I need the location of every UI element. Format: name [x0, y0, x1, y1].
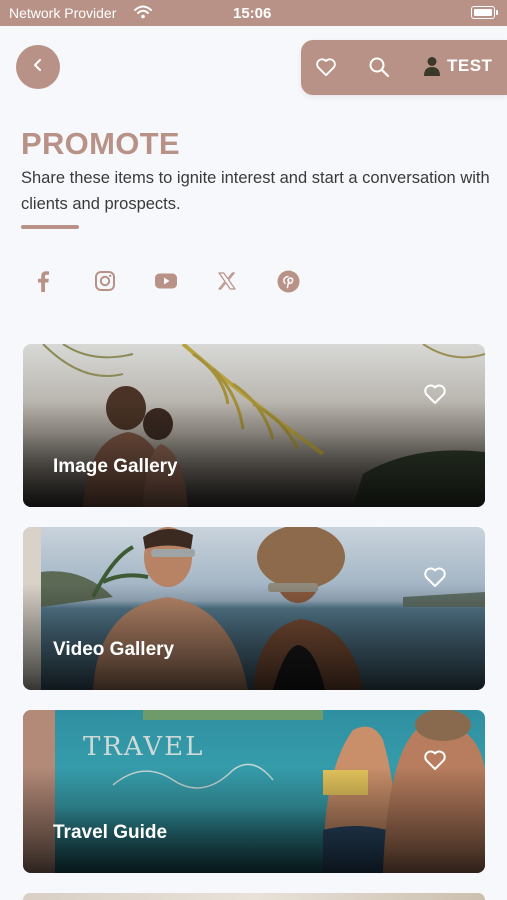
- carrier-name: Network Provider: [9, 5, 117, 21]
- card-favorite-button[interactable]: [423, 749, 447, 776]
- card-favorite-button[interactable]: [423, 566, 447, 593]
- page-description: Share these items to ignite interest and…: [21, 169, 490, 213]
- chevron-left-icon: [32, 57, 44, 78]
- battery-icon: [471, 6, 498, 19]
- card-title: Video Gallery: [53, 639, 175, 660]
- pinterest-icon: [277, 270, 299, 292]
- search-button[interactable]: [368, 56, 390, 83]
- title-divider: [21, 225, 79, 229]
- heart-icon: [424, 384, 446, 404]
- image-gallery-card[interactable]: Image Gallery: [23, 344, 485, 507]
- account-button[interactable]: TEST: [423, 56, 492, 76]
- wifi-icon: [134, 5, 152, 22]
- facebook-link[interactable]: [30, 268, 56, 294]
- instagram-icon: [95, 271, 115, 291]
- heart-icon: [424, 567, 446, 587]
- youtube-icon: [155, 273, 177, 289]
- user-icon: [424, 57, 440, 76]
- search-icon: [369, 57, 390, 78]
- favorites-button[interactable]: [315, 57, 337, 82]
- status-time: 15:06: [233, 5, 272, 22]
- facebook-icon: [38, 271, 49, 292]
- x-link[interactable]: [214, 268, 240, 294]
- instagram-link[interactable]: [92, 268, 118, 294]
- heart-icon: [424, 750, 446, 770]
- video-gallery-card[interactable]: Video Gallery: [23, 527, 485, 690]
- card-favorite-button[interactable]: [423, 383, 447, 410]
- heart-icon: [316, 58, 336, 77]
- travel-guide-card[interactable]: TRAVEL Travel Guide: [23, 710, 485, 873]
- card-overlay: [23, 527, 485, 690]
- card-title: Travel Guide: [53, 822, 168, 843]
- x-icon: [218, 272, 236, 290]
- card-title: Image Gallery: [53, 456, 178, 477]
- account-label: TEST: [447, 56, 493, 75]
- status-bar: Network Provider 15:06: [0, 0, 507, 26]
- card-overlay: [23, 710, 485, 873]
- pinterest-link[interactable]: [275, 268, 301, 294]
- card-overlay: [23, 344, 485, 507]
- next-card-peek[interactable]: [23, 893, 485, 900]
- youtube-link[interactable]: [153, 268, 179, 294]
- back-button[interactable]: [16, 45, 60, 89]
- page-title: PROMOTE: [21, 126, 180, 161]
- top-action-bar: TEST: [301, 40, 507, 95]
